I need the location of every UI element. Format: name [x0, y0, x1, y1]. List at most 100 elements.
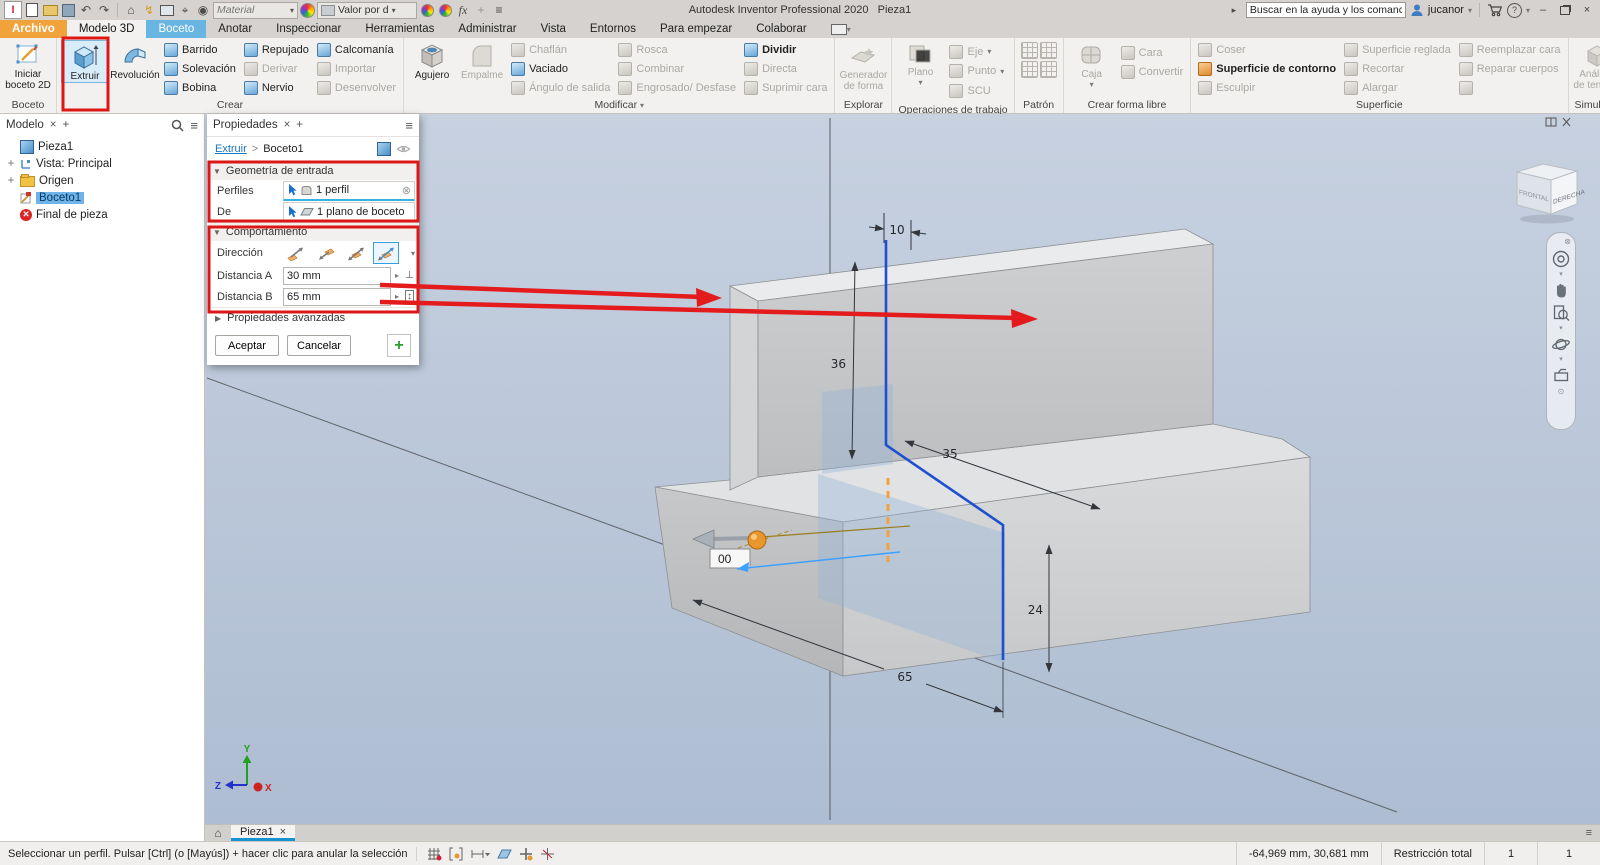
distance-a-flip-icon[interactable]: ⊥: [405, 270, 414, 281]
thicken-button[interactable]: Engrosado/ Desfase: [615, 78, 739, 97]
sketch-pattern-icon[interactable]: [1040, 61, 1057, 78]
undo-icon[interactable]: ↶: [78, 2, 94, 18]
distance-a-flyout-icon[interactable]: ▸: [395, 271, 399, 280]
profiles-field[interactable]: 1 perfil ⊗: [283, 181, 415, 201]
qat-customize-icon[interactable]: ≡: [491, 2, 507, 18]
work-point-button[interactable]: Punto▾: [946, 62, 1007, 81]
tab-modelo-3d[interactable]: Modelo 3D: [67, 20, 147, 38]
properties-close-icon[interactable]: ×: [284, 119, 291, 131]
hole-button[interactable]: Agujero: [408, 40, 456, 81]
split-button[interactable]: Dividir: [741, 40, 830, 59]
draft-button[interactable]: Ángulo de salida: [508, 78, 613, 97]
add-qat-icon[interactable]: +: [473, 2, 489, 18]
cancel-button[interactable]: Cancelar: [287, 335, 351, 356]
document-tab-pieza1[interactable]: Pieza1 ×: [231, 825, 295, 841]
tree-node-end-of-part[interactable]: ✕ Final de pieza: [0, 206, 204, 223]
from-field[interactable]: 1 plano de boceto: [283, 202, 415, 221]
ruled-surface-button[interactable]: Superficie reglada: [1341, 40, 1454, 59]
unwrap-button[interactable]: Desenvolver: [314, 78, 399, 97]
user-name[interactable]: jucanor: [1428, 4, 1464, 16]
group-label-modificar[interactable]: Modificar ▾: [404, 99, 834, 113]
section-comportamiento-header[interactable]: ▼ Comportamiento: [207, 222, 419, 241]
direct-edit-button[interactable]: Directa: [741, 59, 830, 78]
work-axis-button[interactable]: Eje▾: [946, 42, 1007, 61]
zoom-icon[interactable]: [1552, 304, 1571, 323]
tab-colaborar[interactable]: Colaborar: [744, 20, 819, 38]
render-icon[interactable]: ◉: [195, 2, 211, 18]
degrees-freedom-icon[interactable]: [540, 847, 555, 861]
properties-tab-label[interactable]: Propiedades: [213, 119, 278, 131]
parameters-fx-icon[interactable]: fx: [455, 2, 471, 18]
ribbon-display-toggle-icon[interactable]: ▾: [819, 20, 863, 38]
section-geometria-header[interactable]: ▼ Geometría de entrada: [207, 161, 419, 180]
redo-icon[interactable]: ↷: [96, 2, 112, 18]
repair-bodies-button[interactable]: Reparar cuerpos: [1456, 59, 1564, 78]
navbar-more-icon[interactable]: ⊙: [1558, 387, 1565, 396]
properties-menu-icon[interactable]: ≡: [405, 118, 413, 133]
tab-administrar[interactable]: Administrar: [446, 20, 528, 38]
loft-button[interactable]: Solevación: [161, 59, 239, 78]
navbar-dropdown-icon[interactable]: ▾: [1559, 273, 1563, 277]
wall-left-face[interactable]: [730, 286, 758, 490]
visibility-eye-icon[interactable]: [396, 143, 411, 155]
iproperties-icon[interactable]: ↯: [141, 2, 157, 18]
color-wheel-icon[interactable]: [300, 3, 315, 18]
help-dropdown-icon[interactable]: ▾: [1526, 6, 1530, 15]
browser-menu-icon[interactable]: ≡: [190, 118, 198, 133]
home-icon[interactable]: ⌂: [123, 2, 139, 18]
tree-node-view[interactable]: + Vista: Principal: [0, 155, 204, 172]
distance-a-input[interactable]: [283, 267, 391, 285]
derive-button[interactable]: Derivar: [241, 59, 312, 78]
clear-appearance-icon[interactable]: [437, 2, 453, 18]
delete-face-button[interactable]: Suprimir cara: [741, 78, 830, 97]
coil-button[interactable]: Bobina: [161, 78, 239, 97]
drag-sphere-handle[interactable]: [748, 531, 766, 549]
help-search-input[interactable]: [1246, 2, 1406, 18]
emboss-button[interactable]: Repujado: [241, 40, 312, 59]
shell-button[interactable]: Vaciado: [508, 59, 613, 78]
look-at-icon[interactable]: [1552, 366, 1571, 383]
save-icon[interactable]: [60, 2, 76, 18]
distance-b-flip-icon[interactable]: ↕: [405, 290, 414, 303]
tab-inspeccionar[interactable]: Inspeccionar: [264, 20, 353, 38]
direction-dropdown-icon[interactable]: ▾: [411, 249, 415, 258]
browser-tab-label[interactable]: Modelo: [6, 119, 44, 131]
clear-selection-icon[interactable]: ⊗: [402, 184, 411, 197]
mirror-icon[interactable]: [1040, 42, 1057, 59]
browser-search-icon[interactable]: [171, 119, 184, 132]
direction-asymmetric-button[interactable]: [373, 242, 399, 264]
browser-add-icon[interactable]: +: [62, 119, 69, 131]
grid-snap-icon[interactable]: [427, 847, 442, 861]
thread-button[interactable]: Rosca: [615, 40, 739, 59]
properties-add-icon[interactable]: +: [296, 119, 303, 131]
tree-node-sketch[interactable]: Boceto1: [0, 189, 204, 206]
distance-b-input[interactable]: [283, 288, 391, 306]
tab-archivo[interactable]: Archivo: [0, 20, 67, 38]
close-button[interactable]: ×: [1578, 2, 1596, 18]
material-combo[interactable]: Material ▾: [213, 2, 298, 19]
minimize-button[interactable]: –: [1534, 2, 1552, 18]
start-2d-sketch-button[interactable]: Iniciar boceto 2D: [4, 40, 52, 91]
expand-icon[interactable]: +: [6, 158, 16, 170]
direction-symmetric-button[interactable]: [343, 242, 369, 264]
chamfer-button[interactable]: Chaflán: [508, 40, 613, 59]
open-file-icon[interactable]: [42, 2, 58, 18]
circular-pattern-icon[interactable]: [1021, 61, 1038, 78]
combine-button[interactable]: Combinar: [615, 59, 739, 78]
surface-extra-button[interactable]: [1456, 78, 1564, 97]
orbit-icon[interactable]: [1551, 335, 1571, 354]
advanced-properties-row[interactable]: ▶ Propiedades avanzadas: [207, 307, 419, 328]
sketch-plane-icon[interactable]: [497, 847, 512, 861]
tab-herramientas[interactable]: Herramientas: [353, 20, 446, 38]
freeform-box-button[interactable]: Caja ▾: [1068, 40, 1116, 90]
navbar-dropdown-icon[interactable]: ▾: [1559, 327, 1563, 331]
direction-default-button[interactable]: [283, 242, 309, 264]
import-button[interactable]: Importar: [314, 59, 399, 78]
home-tab-icon[interactable]: ⌂: [205, 825, 231, 841]
user-dropdown-icon[interactable]: ▾: [1468, 6, 1472, 15]
sweep-button[interactable]: Barrido: [161, 40, 239, 59]
tab-vista[interactable]: Vista: [529, 20, 578, 38]
distance-b-flyout-icon[interactable]: ▸: [395, 292, 399, 301]
shape-generator-button[interactable]: Generador de forma: [839, 40, 887, 92]
extrude-button[interactable]: Extruir: [61, 40, 109, 83]
